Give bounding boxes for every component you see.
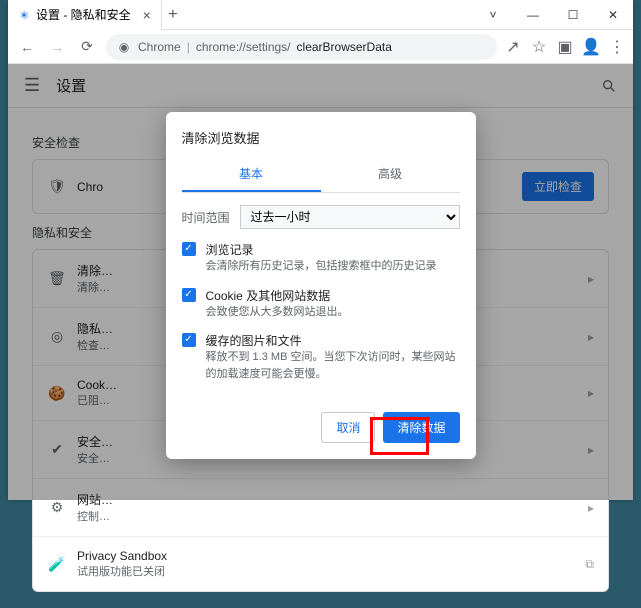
checkbox-checked-icon[interactable]: ✓ (182, 333, 196, 347)
row-sub: 试用版功能已关闭 (77, 563, 575, 579)
window-controls: ˅ — ☐ ✕ (473, 0, 633, 30)
check-title: 缓存的图片和文件 (206, 332, 460, 349)
maximize-button[interactable]: ☐ (553, 0, 593, 30)
check-title: 浏览记录 (206, 241, 437, 258)
chrome-label: Chrome (138, 40, 181, 54)
menu-icon[interactable]: ⋮ (609, 39, 625, 55)
minimize-button[interactable]: — (513, 0, 553, 30)
clear-data-dialog: 清除浏览数据 基本 高级 时间范围 过去一小时 ✓ 浏览记录会清除所有历史记录，… (166, 112, 476, 459)
check-cookies[interactable]: ✓ Cookie 及其他网站数据会致使您从大多数网站退出。 (182, 287, 460, 321)
window-dropdown-icon[interactable]: ˅ (473, 0, 513, 30)
time-range-label: 时间范围 (182, 209, 230, 226)
share-icon[interactable]: ↗ (505, 39, 521, 55)
dialog-title: 清除浏览数据 (182, 128, 460, 147)
row-title: Privacy Sandbox (77, 549, 575, 563)
new-tab-button[interactable]: + (162, 6, 184, 24)
check-title: Cookie 及其他网站数据 (206, 287, 349, 304)
browser-tab[interactable]: 设置 - 隐私和安全 × (8, 0, 162, 30)
sliders-icon: ⚙ (47, 499, 67, 516)
profile-icon[interactable]: 👤 (583, 39, 599, 55)
url-box[interactable]: ◉ Chrome | chrome://settings/clearBrowse… (106, 34, 497, 60)
content-area: ☰ 设置 安全检查 🛡 Chro 立即检查 隐私和安全 🗑 清除…清除… (8, 64, 633, 500)
checkbox-checked-icon[interactable]: ✓ (182, 288, 196, 302)
flask-icon: 🧪 (47, 556, 67, 573)
time-range-row: 时间范围 过去一小时 (182, 205, 460, 229)
row-privacy-sandbox[interactable]: 🧪 Privacy Sandbox试用版功能已关闭 ⧉ (33, 537, 608, 591)
time-range-select[interactable]: 过去一小时 (240, 205, 460, 229)
forward-button[interactable]: → (46, 36, 68, 58)
browser-window: 设置 - 隐私和安全 × + ˅ — ☐ ✕ ← → ⟳ ◉ Chrome | … (8, 0, 633, 500)
close-tab-icon[interactable]: × (143, 7, 151, 23)
check-history[interactable]: ✓ 浏览记录会清除所有历史记录，包括搜索框中的历史记录 (182, 241, 460, 275)
dialog-actions: 取消 清除数据 (182, 412, 460, 443)
external-link-icon: ⧉ (585, 557, 594, 572)
check-sub: 释放不到 1.3 MB 空间。当您下次访问时，某些网站的加载速度可能会更慢。 (206, 349, 460, 382)
titlebar: 设置 - 隐私和安全 × + ˅ — ☐ ✕ (8, 0, 633, 30)
check-cache[interactable]: ✓ 缓存的图片和文件释放不到 1.3 MB 空间。当您下次访问时，某些网站的加载… (182, 332, 460, 382)
checkbox-checked-icon[interactable]: ✓ (182, 242, 196, 256)
row-sub: 控制… (77, 508, 578, 524)
url-path-prefix: chrome://settings/ (196, 40, 291, 54)
address-bar: ← → ⟳ ◉ Chrome | chrome://settings/clear… (8, 30, 633, 64)
check-sub: 会致使您从大多数网站退出。 (206, 304, 349, 321)
close-window-button[interactable]: ✕ (593, 0, 633, 30)
url-path-suffix: clearBrowserData (297, 40, 392, 54)
check-sub: 会清除所有历史记录，包括搜索框中的历史记录 (206, 258, 437, 275)
tab-advanced[interactable]: 高级 (321, 157, 460, 192)
reload-button[interactable]: ⟳ (76, 36, 98, 58)
chevron-right-icon: ▸ (588, 501, 594, 515)
cancel-button[interactable]: 取消 (321, 412, 375, 443)
tab-title: 设置 - 隐私和安全 (36, 6, 131, 23)
reading-list-icon[interactable]: ▣ (557, 39, 573, 55)
chrome-icon: ◉ (116, 39, 132, 55)
dialog-tabs: 基本 高级 (182, 157, 460, 193)
tab-basic[interactable]: 基本 (182, 157, 321, 192)
back-button[interactable]: ← (16, 36, 38, 58)
gear-icon (18, 9, 30, 21)
star-icon[interactable]: ☆ (531, 39, 547, 55)
clear-data-button[interactable]: 清除数据 (383, 412, 459, 443)
